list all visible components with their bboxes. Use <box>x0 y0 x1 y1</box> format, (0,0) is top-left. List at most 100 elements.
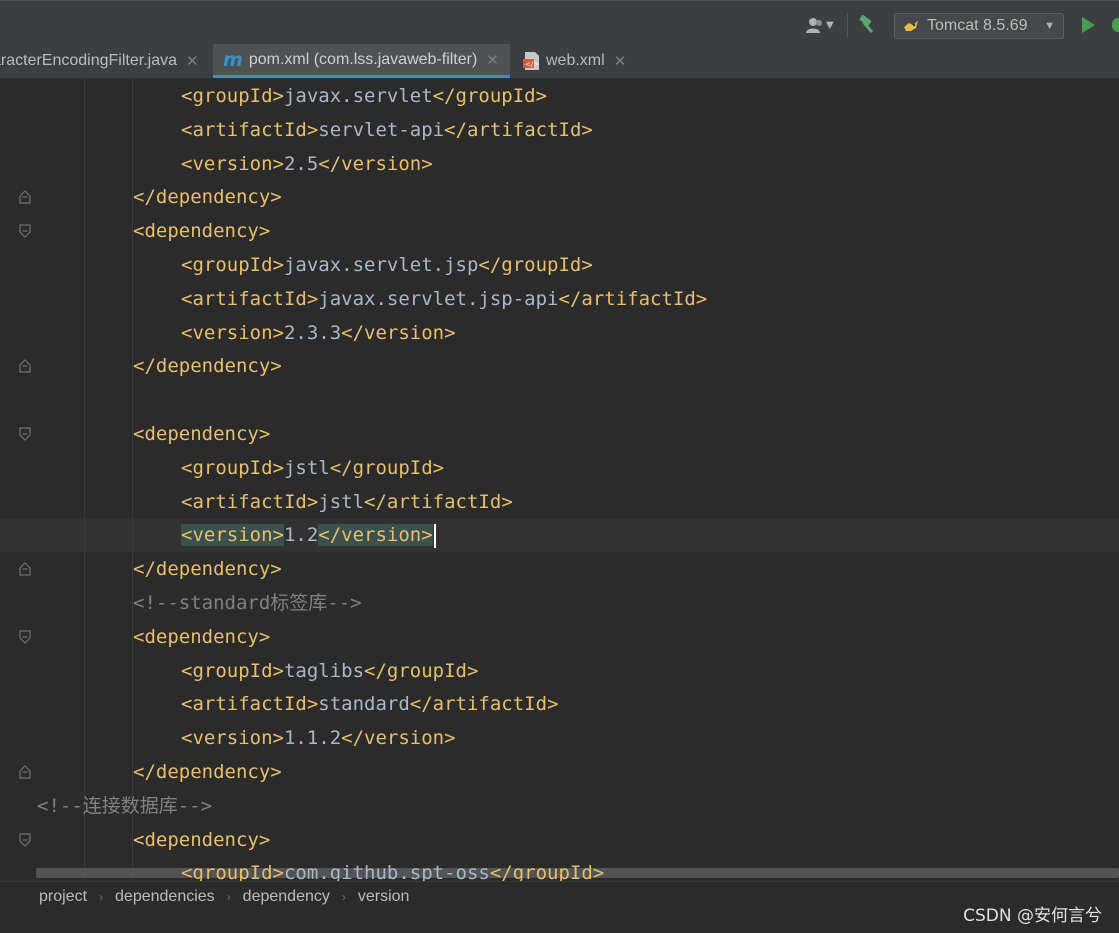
chevron-down-icon: ▼ <box>1044 20 1055 32</box>
code-tag: </groupId> <box>432 85 548 107</box>
code-line: <dependency> <box>133 417 270 451</box>
fold-end-icon[interactable] <box>18 562 32 576</box>
run-config-label: Tomcat 8.5.69 <box>927 17 1028 34</box>
code-line: <groupId>taglibs</groupId> <box>181 654 478 688</box>
code-tag: <groupId> <box>181 254 284 276</box>
code-line: <artifactId>javax.servlet.jsp-api</artif… <box>181 282 707 316</box>
code-line: <dependency> <box>133 823 270 857</box>
code-tag: <dependency> <box>133 625 271 648</box>
code-text: servlet-api <box>318 118 445 141</box>
run-icon <box>1082 17 1095 33</box>
current-line-highlight <box>0 518 1119 552</box>
code-text: jstl <box>283 456 330 479</box>
code-tag: </groupId> <box>478 254 593 276</box>
code-line: <!--连接数据库--> <box>37 789 212 823</box>
close-icon[interactable]: ✕ <box>486 51 499 69</box>
code-line: <version>2.3.3</version> <box>181 316 456 350</box>
chevron-right-icon: › <box>341 889 346 904</box>
tab-characterencodingfilter-java[interactable]: aracterEncodingFilter.java ✕ <box>0 44 205 78</box>
code-tag: </version> <box>318 152 433 175</box>
code-tag: </artifactId> <box>409 693 559 716</box>
fold-collapse-icon[interactable] <box>18 224 32 239</box>
code-comment: <!--standard标签库--> <box>133 592 362 614</box>
tab-label: web.xml <box>546 52 605 69</box>
code-tag: </groupId> <box>364 659 479 682</box>
code-tag: </groupId> <box>489 862 605 881</box>
tab-label: aracterEncodingFilter.java <box>0 52 177 69</box>
close-icon[interactable]: ✕ <box>186 52 199 70</box>
code-tag: </artifactId> <box>364 490 513 513</box>
code-line: </dependency> <box>133 755 282 789</box>
code-line: <artifactId>servlet-api</artifactId> <box>181 113 593 147</box>
breadcrumb: project › dependencies › dependency › ve… <box>0 881 1119 911</box>
xml-file-icon: </> <box>523 52 539 70</box>
code-tag: </dependency> <box>133 761 282 783</box>
code-tag: <groupId> <box>181 659 284 682</box>
chevron-down-icon: ▼ <box>826 19 834 31</box>
code-text: taglibs <box>283 659 365 682</box>
code-text: com.github.spt-oss <box>283 862 490 881</box>
editor-tabs: aracterEncodingFilter.java ✕ m pom.xml (… <box>0 44 1119 79</box>
code-tag: <dependency> <box>133 423 271 445</box>
code-line: <groupId>com.github.spt-oss</groupId> <box>181 856 604 881</box>
code-line: <groupId>javax.servlet.jsp</groupId> <box>181 248 593 282</box>
indent-guide <box>84 79 85 881</box>
code-text: javax.servlet.jsp-api <box>318 287 559 310</box>
code-tag: </dependency> <box>133 186 282 209</box>
user-icon <box>806 18 822 33</box>
code-text: 1.1.2 <box>283 727 342 750</box>
code-line: <version>2.5</version> <box>181 147 433 181</box>
run-configuration-selector[interactable]: Tomcat 8.5.69 ▼ <box>894 13 1064 39</box>
code-text: 2.3.3 <box>283 321 342 344</box>
text-cursor <box>433 523 436 548</box>
code-line: <groupId>javax.servlet</groupId> <box>181 79 547 113</box>
code-tag: <artifactId> <box>181 490 319 513</box>
fold-end-icon[interactable] <box>18 765 32 779</box>
code-editor[interactable]: <groupId>javax.servlet</groupId> <artifac… <box>0 79 1119 881</box>
fold-collapse-icon[interactable] <box>18 832 32 847</box>
debug-button[interactable] <box>1110 16 1119 34</box>
code-text: standard <box>318 693 410 716</box>
code-tag: <version> <box>181 524 284 547</box>
code-tag: <dependency> <box>133 828 271 851</box>
code-line-current: <version>1.2</version> <box>181 518 436 552</box>
code-tag: <version> <box>181 321 284 344</box>
tab-pom-xml[interactable]: m pom.xml (com.lss.javaweb-filter) ✕ <box>213 44 510 78</box>
code-line: </dependency> <box>133 552 282 586</box>
code-line: <artifactId>standard</artifactId> <box>181 687 559 721</box>
hammer-icon <box>859 15 874 33</box>
code-text: javax.servlet.jsp <box>283 254 479 276</box>
toolbar-divider <box>847 13 848 37</box>
run-button[interactable] <box>1080 16 1096 34</box>
code-tag: <groupId> <box>181 456 284 479</box>
fold-end-icon[interactable] <box>18 190 32 204</box>
code-tag: <artifactId> <box>181 287 319 310</box>
close-icon[interactable]: ✕ <box>614 52 627 70</box>
breadcrumb-item-dependencies[interactable]: dependencies <box>115 888 215 906</box>
maven-icon: m <box>223 48 243 71</box>
code-line: <dependency> <box>133 214 270 248</box>
code-line: <artifactId>jstl</artifactId> <box>181 485 513 519</box>
code-text: javax.servlet <box>283 85 433 107</box>
breadcrumb-item-dependency[interactable]: dependency <box>243 888 330 906</box>
code-line: <dependency> <box>133 620 270 654</box>
tab-web-xml[interactable]: </> web.xml ✕ <box>518 44 626 78</box>
code-tag: </artifactId> <box>558 287 708 310</box>
main-toolbar: ▼ Tomcat 8.5.69 ▼ <box>0 0 1119 45</box>
code-tag: </dependency> <box>133 558 282 581</box>
code-tag: <version> <box>181 152 284 175</box>
fold-collapse-icon[interactable] <box>18 630 32 644</box>
code-tag: <groupId> <box>181 85 284 107</box>
status-bar <box>0 911 1119 933</box>
user-menu-button[interactable]: ▼ <box>806 15 834 35</box>
build-button[interactable] <box>858 15 878 33</box>
code-tag: </dependency> <box>133 355 282 378</box>
debug-icon <box>1112 18 1119 32</box>
code-text: 1.2 <box>283 524 319 547</box>
breadcrumb-item-project[interactable]: project <box>39 888 87 906</box>
fold-collapse-icon[interactable] <box>18 427 32 441</box>
tab-label: pom.xml (com.lss.javaweb-filter) <box>248 50 478 68</box>
code-line: <groupId>jstl</groupId> <box>181 451 444 485</box>
breadcrumb-item-version[interactable]: version <box>358 888 410 906</box>
fold-end-icon[interactable] <box>18 359 32 373</box>
